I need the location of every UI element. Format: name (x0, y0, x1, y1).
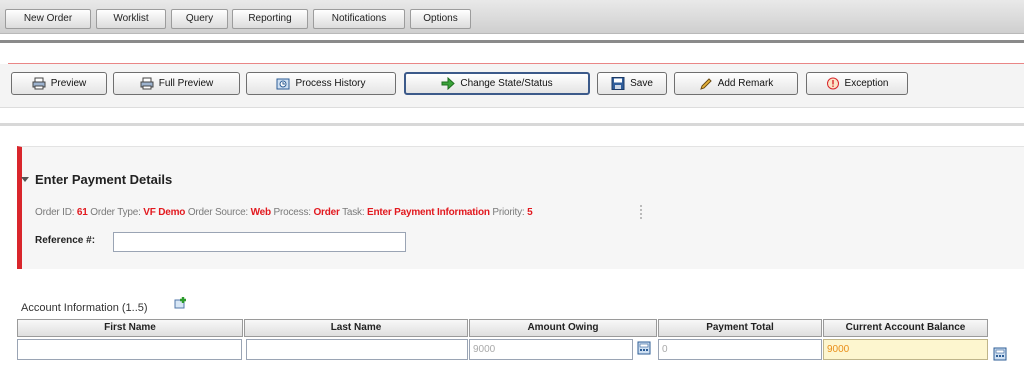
process-label: Process: (273, 207, 312, 218)
add-row-icon[interactable] (174, 296, 188, 310)
order-source-value: Web (250, 207, 272, 218)
collapse-triangle-icon[interactable] (21, 177, 29, 182)
process-history-button[interactable]: Process History (246, 72, 396, 95)
printer-icon (140, 77, 154, 90)
order-id-label: Order ID: (35, 207, 75, 218)
green-arrow-icon (441, 77, 456, 90)
task-value: Enter Payment Information (367, 207, 490, 218)
task-label: Task: (342, 207, 365, 218)
calculator-icon[interactable] (637, 341, 651, 355)
full-preview-button[interactable]: Full Preview (113, 72, 240, 95)
first-name-field[interactable] (17, 339, 242, 360)
menu-query[interactable]: Query (171, 9, 228, 29)
exception-button[interactable]: Exception (806, 72, 908, 95)
top-menu-bar: New Order Worklist Query Reporting Notif… (0, 0, 1024, 34)
reference-label: Reference #: (35, 235, 96, 246)
save-button[interactable]: Save (597, 72, 667, 95)
order-type-value: VF Demo (143, 207, 186, 218)
column-header-last-name[interactable]: Last Name (244, 319, 468, 337)
column-header-first-name[interactable]: First Name (17, 319, 243, 337)
header-divider (0, 40, 1024, 43)
amount-owing-field[interactable]: 9000 (469, 339, 633, 360)
order-id-value: 61 (76, 207, 88, 218)
column-header-payment-total[interactable]: Payment Total (658, 319, 822, 337)
payment-total-field[interactable]: 0 (658, 339, 822, 360)
account-section-title: Account Information (1..5) (21, 302, 148, 314)
full-preview-label: Full Preview (158, 78, 214, 89)
printer-icon (32, 77, 46, 90)
process-value: Order (313, 207, 340, 218)
toolbar-bottom-divider (0, 123, 1024, 126)
add-remark-label: Add Remark (717, 78, 774, 89)
change-state-label: Change State/Status (460, 78, 553, 89)
pencil-icon (699, 78, 712, 90)
floppy-disk-icon (611, 77, 625, 90)
panel-resize-handle[interactable] (640, 205, 642, 219)
panel-title: Enter Payment Details (35, 172, 173, 187)
exclamation-circle-icon (826, 77, 839, 90)
menu-reporting[interactable]: Reporting (232, 9, 308, 29)
column-header-amount-owing[interactable]: Amount Owing (469, 319, 657, 337)
order-meta-line: Order ID: 61 Order Type: VF Demo Order S… (35, 207, 533, 218)
process-history-label: Process History (295, 78, 366, 89)
preview-label: Preview (50, 78, 87, 89)
save-label: Save (630, 78, 653, 89)
menu-notifications[interactable]: Notifications (313, 9, 405, 29)
priority-label: Priority: (492, 207, 525, 218)
preview-button[interactable]: Preview (11, 72, 107, 95)
current-balance-field[interactable]: 9000 (823, 339, 988, 360)
menu-new-order[interactable]: New Order (5, 9, 91, 29)
reference-input[interactable] (113, 232, 406, 252)
last-name-field[interactable] (246, 339, 468, 360)
calculator-icon[interactable] (993, 347, 1007, 361)
exception-label: Exception (844, 78, 889, 89)
add-remark-button[interactable]: Add Remark (674, 72, 798, 95)
menu-worklist[interactable]: Worklist (96, 9, 166, 29)
column-header-current-balance[interactable]: Current Account Balance (823, 319, 988, 337)
history-icon (276, 78, 290, 90)
change-state-button[interactable]: Change State/Status (404, 72, 590, 95)
order-source-label: Order Source: (187, 207, 249, 218)
priority-value: 5 (527, 207, 533, 218)
order-type-label: Order Type: (90, 207, 141, 218)
menu-options[interactable]: Options (410, 9, 471, 29)
